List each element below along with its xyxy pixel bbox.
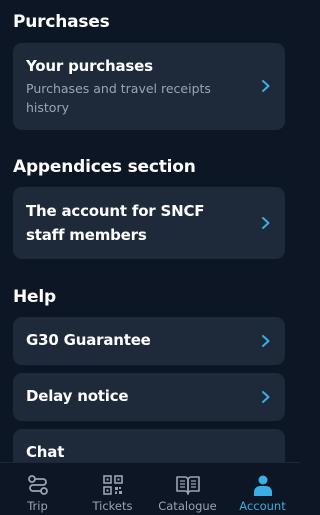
chevron-right-icon — [262, 335, 270, 347]
section-title-purchases: Purchases — [13, 12, 110, 32]
section-title-appendices: Appendices section — [13, 157, 196, 177]
tab-catalogue[interactable]: Catalogue — [150, 463, 225, 515]
tab-trip[interactable]: Trip — [0, 463, 75, 515]
tab-tickets-label: Tickets — [92, 499, 133, 513]
chat-label: Chat — [26, 443, 65, 461]
sncf-staff-account-title: The account for SNCF staff members — [26, 202, 205, 244]
tab-tickets[interactable]: Tickets — [75, 463, 150, 515]
tab-trip-label: Trip — [27, 499, 48, 513]
section-title-help: Help — [13, 287, 56, 307]
your-purchases-subtitle: Purchases and travel receipts history — [26, 81, 211, 115]
bottom-tab-bar: Trip Tickets Catalogue Account — [0, 462, 300, 515]
sncf-staff-account-card[interactable]: The account for SNCF staff members — [13, 187, 285, 259]
route-icon — [27, 475, 48, 495]
qr-code-icon — [102, 475, 123, 495]
tab-account-label: Account — [239, 499, 286, 513]
scroll-content[interactable]: Purchases Your purchases Purchases and t… — [0, 0, 300, 462]
tab-catalogue-label: Catalogue — [158, 499, 217, 513]
your-purchases-title: Your purchases — [26, 57, 153, 75]
chevron-right-icon — [262, 217, 270, 229]
chevron-right-icon — [262, 391, 270, 403]
g30-guarantee-label: G30 Guarantee — [26, 331, 151, 349]
book-icon — [175, 476, 200, 495]
your-purchases-card[interactable]: Your purchases Purchases and travel rece… — [13, 43, 285, 130]
delay-notice-card[interactable]: Delay notice — [13, 373, 285, 421]
chat-card[interactable]: Chat — [13, 429, 285, 462]
tab-account[interactable]: Account — [225, 463, 300, 515]
chevron-right-icon — [262, 80, 270, 92]
delay-notice-label: Delay notice — [26, 387, 129, 405]
g30-guarantee-card[interactable]: G30 Guarantee — [13, 317, 285, 365]
person-icon — [253, 475, 272, 496]
